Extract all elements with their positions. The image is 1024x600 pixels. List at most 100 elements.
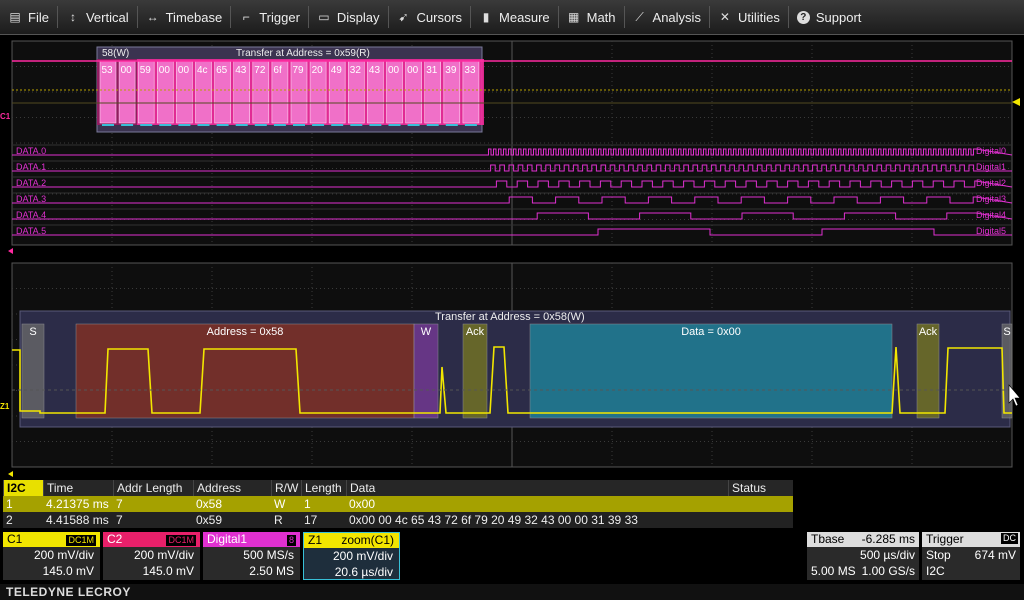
table-header: I2C Time Addr Length Address R/W Length … [3, 480, 793, 496]
menu-label: Measure [499, 9, 550, 25]
transfer-label: Transfer at Address = 0x58(W) [435, 311, 585, 323]
trigger-mode-line: Stop 674 mV [922, 547, 1020, 563]
menu-support[interactable]: ? Support [789, 0, 870, 34]
header-status: Status [728, 480, 793, 496]
byte-value: 33 [464, 65, 476, 76]
cell-data: 0x00 00 4c 65 43 72 6f 79 20 49 32 43 00… [349, 513, 638, 527]
menu-utilities[interactable]: ✕ Utilities [710, 0, 788, 34]
menu-label: Cursors [416, 9, 463, 25]
trigger-icon: ⌐ [242, 10, 250, 24]
channel-header: C1 DC1M [3, 532, 100, 547]
timebase-descriptor[interactable]: Tbase -6.285 ms 500 µs/div 5.00 MS 1.00 … [807, 532, 919, 580]
header-addr-length: Addr Length [113, 480, 193, 496]
timebase-offset: -6.285 ms [861, 532, 915, 546]
vertical-arrows-icon: ↕ [69, 10, 76, 24]
menu-cursors[interactable]: ➹ Cursors [389, 0, 471, 34]
byte-value: 00 [407, 65, 419, 76]
cell-time: 4.41588 ms [46, 513, 109, 527]
digital-line-name: DATA.1 [16, 162, 46, 172]
timebase-header: Tbase -6.285 ms [807, 532, 919, 547]
channel-box-digital1[interactable]: Digital1 8 500 MS/s 2.50 MS [203, 532, 300, 580]
trigger-label: Trigger [926, 532, 964, 546]
digital-line-name: DATA.2 [16, 178, 46, 188]
byte-value: 65 [216, 65, 228, 76]
table-row[interactable]: 2 4.41588 ms 7 0x59 R 17 0x00 00 4c 65 4… [3, 512, 793, 528]
decode-table[interactable]: I2C Time Addr Length Address R/W Length … [3, 480, 793, 528]
address-label: 58(W) [102, 48, 129, 59]
byte-value: 59 [140, 65, 152, 76]
cell-address: 0x59 [196, 513, 223, 527]
timebase-samples-line: 5.00 MS 1.00 GS/s [807, 563, 919, 579]
channel-box-c2[interactable]: C2 DC1M 200 mV/div 145.0 mV [103, 532, 200, 580]
cell-status [728, 496, 793, 512]
byte-value: 00 [178, 65, 190, 76]
cell-index: 2 [6, 513, 13, 527]
trigger-type-line: I2C [922, 563, 1020, 579]
byte-value: 00 [121, 65, 133, 76]
channel-name: Z1 [308, 533, 323, 547]
channel-name: C1 [7, 532, 23, 546]
header-time: Time [43, 480, 113, 496]
menu-measure[interactable]: ▮ Measure [471, 0, 558, 34]
segment-label: S [29, 326, 36, 338]
math-icon: ▦ [567, 10, 580, 24]
menu-vertical[interactable]: ↕ Vertical [58, 0, 137, 34]
brand-logo: TELEDYNE LECROY [6, 585, 131, 599]
cell-time: 4.21375 ms [46, 497, 109, 511]
byte-value: 53 [102, 65, 114, 76]
upper-scroll-marker [8, 248, 13, 254]
channel-box-z1[interactable]: Z1 zoom(C1) 200 mV/div 20.6 µs/div [303, 532, 400, 580]
channel-coupling-badge: DC1M [165, 534, 197, 547]
waveform-canvas[interactable]: 58(W) Transfer at Address = 0x59(R) 53 00 59… [0, 35, 1024, 480]
timebase-div-line: 500 µs/div [807, 547, 919, 563]
menu-file[interactable]: ▤ File [0, 0, 57, 34]
digital-line-name: DATA.0 [16, 146, 46, 156]
channel-offset: 145.0 mV [42, 564, 94, 578]
cell-length: 1 [304, 497, 311, 511]
byte-value: 6f [273, 65, 282, 76]
waveform-display[interactable]: 58(W) Transfer at Address = 0x59(R) 53 00 59… [0, 35, 1024, 480]
digital-line-tag: Digital4 [976, 210, 1006, 220]
digital-line-name: DATA.4 [16, 210, 46, 220]
byte-value: 43 [235, 65, 247, 76]
byte-value: 39 [445, 65, 457, 76]
menu-label: Math [586, 9, 616, 25]
footer: TELEDYNE LECROY [0, 584, 1024, 600]
byte-value: 20 [312, 65, 324, 76]
channel-offset: 2.50 MS [249, 564, 294, 578]
cell-address: 0x58 [196, 497, 223, 511]
channel-name: Digital1 [207, 532, 248, 546]
file-icon: ▤ [9, 10, 21, 24]
table-tag: I2C [3, 480, 43, 496]
menu-trigger[interactable]: ⌐ Trigger [231, 0, 308, 34]
lower-scroll-marker [8, 471, 13, 477]
display-icon: ▭ [318, 10, 330, 24]
transfer-label: Transfer at Address = 0x59(R) [236, 48, 370, 59]
table-row[interactable]: 1 4.21375 ms 7 0x58 W 1 0x00 [3, 496, 793, 512]
cell-length: 17 [304, 513, 318, 527]
byte-value: 43 [369, 65, 381, 76]
byte-value: 72 [254, 65, 266, 76]
channel-descriptors: C1 DC1M 200 mV/div 145.0 mV C2 DC1M 200 mV/div… [3, 532, 400, 582]
menu-timebase[interactable]: ↔ Timebase [138, 0, 231, 34]
trigger-type: I2C [926, 564, 945, 578]
cell-addr-length: 7 [116, 497, 123, 511]
segment-label: Ack [466, 326, 485, 338]
trigger-descriptor[interactable]: Trigger DC Stop 674 mV I2C [922, 532, 1020, 580]
channel-header: Digital1 8 [203, 532, 300, 547]
menu-bar: ▤ File ↕ Vertical ↔ Timebase ⌐ Trigger ▭ Display ➹… [0, 0, 1024, 35]
analysis-icon: ⟋ [635, 9, 644, 24]
segment-label: Address = 0x58 [207, 326, 284, 338]
menu-label: Utilities [737, 9, 780, 25]
byte-value: 49 [331, 65, 343, 76]
menu-analysis[interactable]: ⟋ Analysis [625, 0, 709, 34]
menu-math[interactable]: ▦ Math [559, 0, 624, 34]
menu-label: Timebase [165, 9, 223, 25]
digital-line-name: DATA.3 [16, 194, 46, 204]
menu-display[interactable]: ▭ Display [309, 0, 388, 34]
trigger-coupling-badge: DC [1001, 533, 1018, 544]
segment-label: Ack [919, 326, 938, 338]
digital-line-tag: Digital0 [976, 146, 1006, 156]
channel-coupling-badge: zoom(C1) [341, 533, 394, 547]
channel-box-c1[interactable]: C1 DC1M 200 mV/div 145.0 mV [3, 532, 100, 580]
